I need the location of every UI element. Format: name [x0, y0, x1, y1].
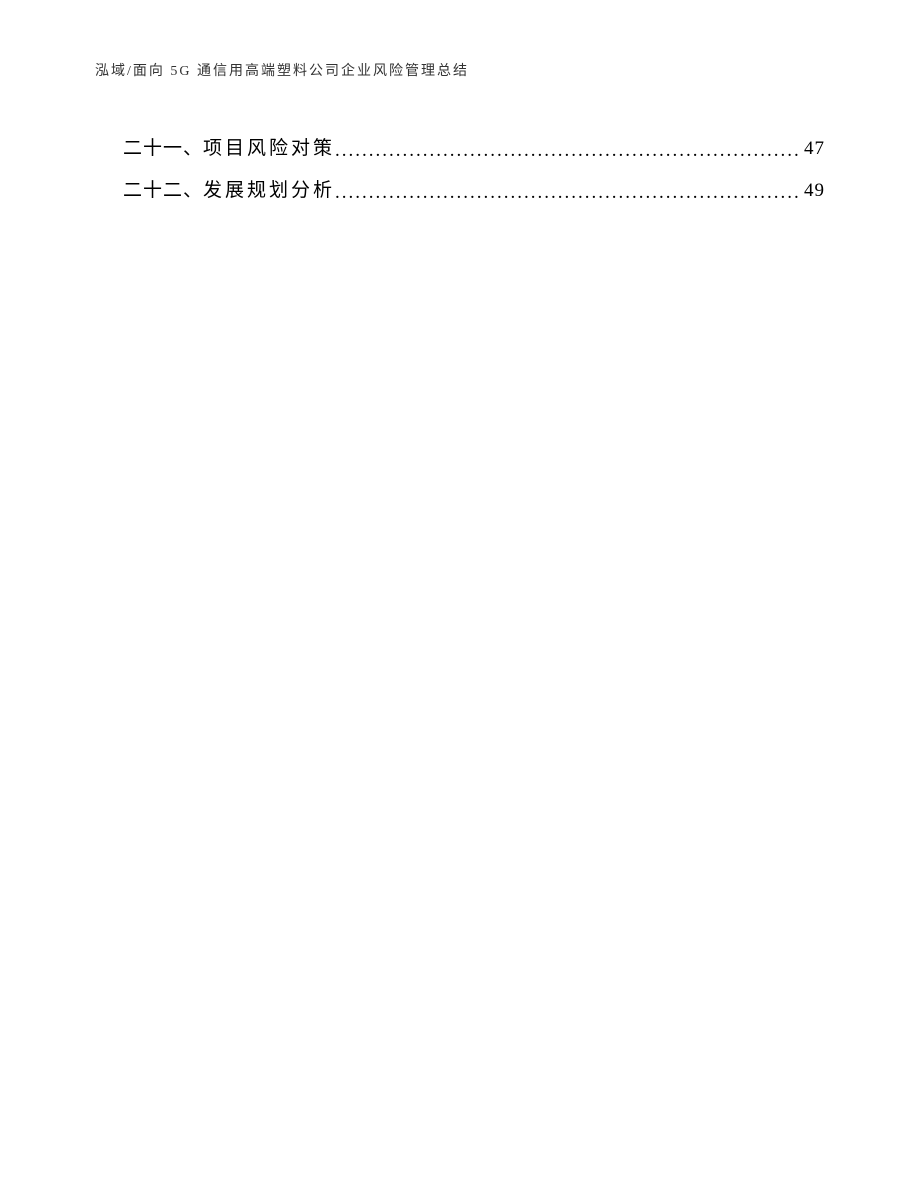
document-page: 泓域/面向 5G 通信用高端塑料公司企业风险管理总结 二十一、 项目风险对策 4… [0, 0, 920, 1191]
toc-entry-title: 项目风险对策 [203, 128, 335, 170]
toc-entry-title: 发展规划分析 [203, 170, 335, 212]
toc-entry-number: 二十一、 [123, 128, 203, 170]
toc-entry-page: 47 [802, 128, 825, 170]
toc-entry: 二十一、 项目风险对策 47 [95, 128, 825, 170]
toc-dots [335, 172, 802, 214]
toc-entry-page: 49 [802, 170, 825, 212]
toc-dots [335, 130, 802, 172]
toc-list: 二十一、 项目风险对策 47 二十二、 发展规划分析 49 [95, 128, 825, 212]
toc-entry: 二十二、 发展规划分析 49 [95, 170, 825, 212]
toc-entry-number: 二十二、 [123, 170, 203, 212]
page-header: 泓域/面向 5G 通信用高端塑料公司企业风险管理总结 [95, 60, 825, 80]
